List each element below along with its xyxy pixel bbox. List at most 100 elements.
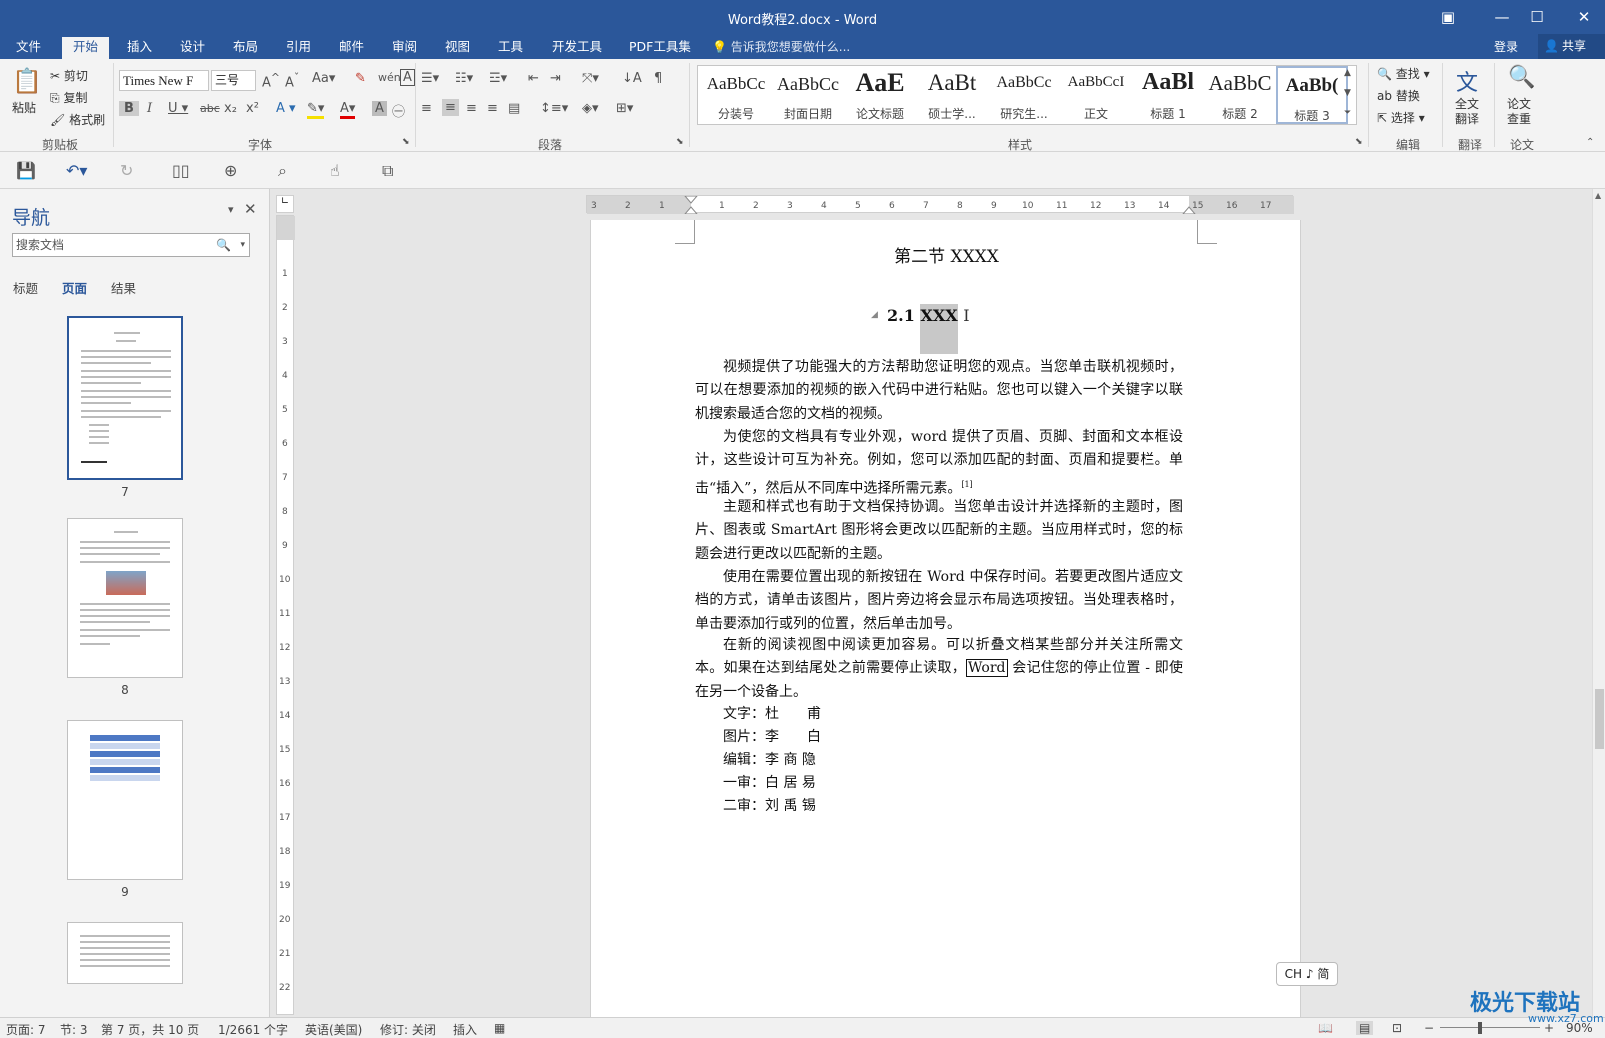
align-right-icon[interactable]: ≡ bbox=[466, 101, 477, 116]
font-name-select[interactable]: Times New F bbox=[119, 70, 209, 91]
status-word-count[interactable]: 1/2661 个字 bbox=[218, 1021, 288, 1038]
style-item[interactable]: AaBbCc 分装号 bbox=[700, 66, 772, 124]
phonetic-guide-icon[interactable]: wén bbox=[378, 71, 401, 84]
char-border-icon[interactable]: A bbox=[400, 69, 415, 86]
document-page[interactable]: 第二节 XXXX ◢ 2.1 XXX I 视频提供了功能强大的方法帮助您证明您的… bbox=[590, 220, 1301, 1017]
page-thumbnail-7[interactable] bbox=[67, 316, 183, 480]
style-item[interactable]: AaBbCc 封面日期 bbox=[772, 66, 844, 124]
maximize-icon[interactable]: ☐ bbox=[1523, 6, 1551, 28]
text-effects-icon[interactable]: A ▾ bbox=[276, 101, 296, 116]
multilevel-list-icon[interactable]: ☲▾ bbox=[489, 71, 507, 86]
save-icon[interactable]: 💾 bbox=[16, 161, 36, 180]
status-track-changes[interactable]: 修订: 关闭 bbox=[380, 1021, 436, 1038]
strikethrough-icon[interactable]: abc bbox=[200, 102, 220, 115]
font-color-icon[interactable]: A▾ bbox=[340, 101, 356, 119]
redo-icon[interactable]: ↻ bbox=[120, 161, 133, 180]
justify-icon[interactable]: ≡ bbox=[487, 101, 498, 116]
tab-selector[interactable]: ∟ bbox=[276, 195, 294, 213]
tab-review[interactable]: 审阅 bbox=[381, 37, 428, 59]
tab-layout[interactable]: 布局 bbox=[222, 37, 269, 59]
distributed-icon[interactable]: ▤ bbox=[508, 101, 520, 116]
gallery-more-icon[interactable]: ⏷ bbox=[1344, 108, 1351, 118]
macro-record-icon[interactable]: ▦ bbox=[494, 1021, 505, 1035]
status-insert-mode[interactable]: 插入 bbox=[453, 1021, 477, 1038]
nav-options-icon[interactable]: ▾ bbox=[228, 203, 234, 216]
page-thumbnail-8[interactable] bbox=[67, 518, 183, 678]
change-case-icon[interactable]: Aa▾ bbox=[312, 71, 335, 86]
shading-icon[interactable]: ◈▾ bbox=[582, 101, 599, 116]
borders-icon[interactable]: ⊞▾ bbox=[616, 101, 633, 116]
collapse-heading-icon[interactable]: ◢ bbox=[871, 304, 878, 327]
style-item[interactable]: AaE 论文标题 bbox=[844, 66, 916, 124]
underline-icon[interactable]: U ▾ bbox=[168, 101, 188, 116]
style-item[interactable]: AaBbC 标题 2 bbox=[1204, 66, 1276, 124]
nav-tab-pages[interactable]: 页面 bbox=[62, 278, 87, 297]
font-size-select[interactable]: 三号 bbox=[211, 70, 256, 91]
select-button[interactable]: ⇱ 选择 ▾ bbox=[1377, 109, 1425, 126]
gallery-down-icon[interactable]: ▼ bbox=[1344, 88, 1351, 98]
tab-home[interactable]: 开始 bbox=[62, 37, 110, 59]
zoom-out-icon[interactable]: − bbox=[1424, 1021, 1434, 1035]
clear-format-icon[interactable]: ✎ bbox=[355, 71, 366, 86]
nav-search-input[interactable]: 搜索文档 🔍 ▾ bbox=[12, 233, 250, 257]
align-center-icon[interactable]: ≡ bbox=[442, 99, 459, 116]
decrease-indent-icon[interactable]: ⇤ bbox=[528, 71, 539, 86]
status-page-of[interactable]: 第 7 页，共 10 页 bbox=[101, 1021, 199, 1038]
zoom-slider-thumb[interactable] bbox=[1478, 1022, 1482, 1034]
tab-references[interactable]: 引用 bbox=[275, 37, 322, 59]
full-text-translate-button[interactable]: 全文 翻译 bbox=[1455, 97, 1479, 127]
paper-check-button[interactable]: 论文 查重 bbox=[1507, 97, 1531, 127]
style-item[interactable]: AaBl 标题 1 bbox=[1132, 66, 1204, 124]
scroll-thumb[interactable] bbox=[1595, 689, 1604, 749]
ribbon-display-icon[interactable]: ▣ bbox=[1434, 6, 1462, 28]
line-spacing-icon[interactable]: ↕≡▾ bbox=[540, 101, 568, 116]
numbering-icon[interactable]: ☷▾ bbox=[455, 71, 473, 86]
web-view-icon[interactable]: ⊡ bbox=[1392, 1021, 1402, 1035]
subscript-icon[interactable]: x₂ bbox=[224, 101, 237, 116]
ime-indicator[interactable]: CH ♪ 简 bbox=[1276, 962, 1338, 986]
status-section[interactable]: 节: 3 bbox=[60, 1021, 88, 1038]
grow-font-icon[interactable]: A^ bbox=[262, 71, 280, 90]
vertical-scrollbar[interactable]: ▲ bbox=[1592, 189, 1605, 1017]
close-icon[interactable]: ✕ bbox=[1570, 6, 1598, 28]
search-dropdown-icon[interactable]: ▾ bbox=[240, 234, 245, 256]
tell-me-box[interactable]: 💡 告诉我您想要做什么... bbox=[712, 37, 850, 57]
enclose-char-icon[interactable]: ㊀ bbox=[392, 101, 405, 120]
style-item[interactable]: AaBbCc 研究生... bbox=[988, 66, 1060, 124]
font-dialog-launcher-icon[interactable]: ⬊ bbox=[402, 137, 410, 147]
login-link[interactable]: 登录 bbox=[1494, 37, 1518, 57]
style-item[interactable]: AaBbCcI 正文 bbox=[1060, 66, 1132, 124]
print-layout-icon[interactable]: ▤ bbox=[1356, 1021, 1374, 1035]
page-thumbnail-10[interactable] bbox=[67, 922, 183, 984]
print-preview-icon[interactable]: ⌕ bbox=[278, 161, 287, 181]
tab-file[interactable]: 文件 bbox=[5, 37, 52, 59]
paragraph-dialog-launcher-icon[interactable]: ⬊ bbox=[676, 137, 684, 147]
italic-icon[interactable]: I bbox=[147, 101, 152, 116]
style-item[interactable]: AaBt 硕士学... bbox=[916, 66, 988, 124]
share-button[interactable]: 👤 共享 bbox=[1538, 34, 1605, 59]
replace-button[interactable]: ab 替换 bbox=[1377, 87, 1420, 104]
char-shading-icon[interactable]: A bbox=[372, 101, 387, 116]
search-icon[interactable]: 🔍 bbox=[216, 234, 231, 256]
read-view-icon[interactable]: 📖 bbox=[1318, 1021, 1333, 1035]
scroll-up-icon[interactable]: ▲ bbox=[1595, 191, 1601, 200]
nav-tab-headings[interactable]: 标题 bbox=[13, 278, 38, 297]
bold-icon[interactable]: B bbox=[119, 101, 139, 116]
shrink-font-icon[interactable]: Aˇ bbox=[285, 71, 299, 90]
horizontal-ruler[interactable]: 321 1234 5678 9 10 11 12 13 14 15 16 17 bbox=[586, 195, 1294, 215]
bullets-icon[interactable]: ☰▾ bbox=[421, 71, 439, 86]
nav-tab-results[interactable]: 结果 bbox=[111, 278, 136, 297]
sort-icon[interactable]: ↓A bbox=[622, 71, 642, 86]
paste-button[interactable]: 粘贴 bbox=[12, 99, 36, 116]
minimize-icon[interactable]: — bbox=[1488, 6, 1516, 28]
superscript-icon[interactable]: x² bbox=[246, 101, 259, 116]
chinese-layout-icon[interactable]: ⤧▾ bbox=[582, 71, 599, 86]
selected-heading-text[interactable]: XXX bbox=[920, 304, 958, 354]
increase-indent-icon[interactable]: ⇥ bbox=[550, 71, 561, 86]
copy-button[interactable]: ⎘ 复制 bbox=[50, 89, 87, 106]
web-layout-icon[interactable]: ⊕ bbox=[224, 161, 237, 180]
highlight-icon[interactable]: ✎▾ bbox=[307, 101, 325, 119]
paste-icon[interactable]: 📋 bbox=[12, 67, 42, 95]
collapse-ribbon-icon[interactable]: ⌃ bbox=[1586, 137, 1594, 148]
page-thumbnail-9[interactable] bbox=[67, 720, 183, 880]
